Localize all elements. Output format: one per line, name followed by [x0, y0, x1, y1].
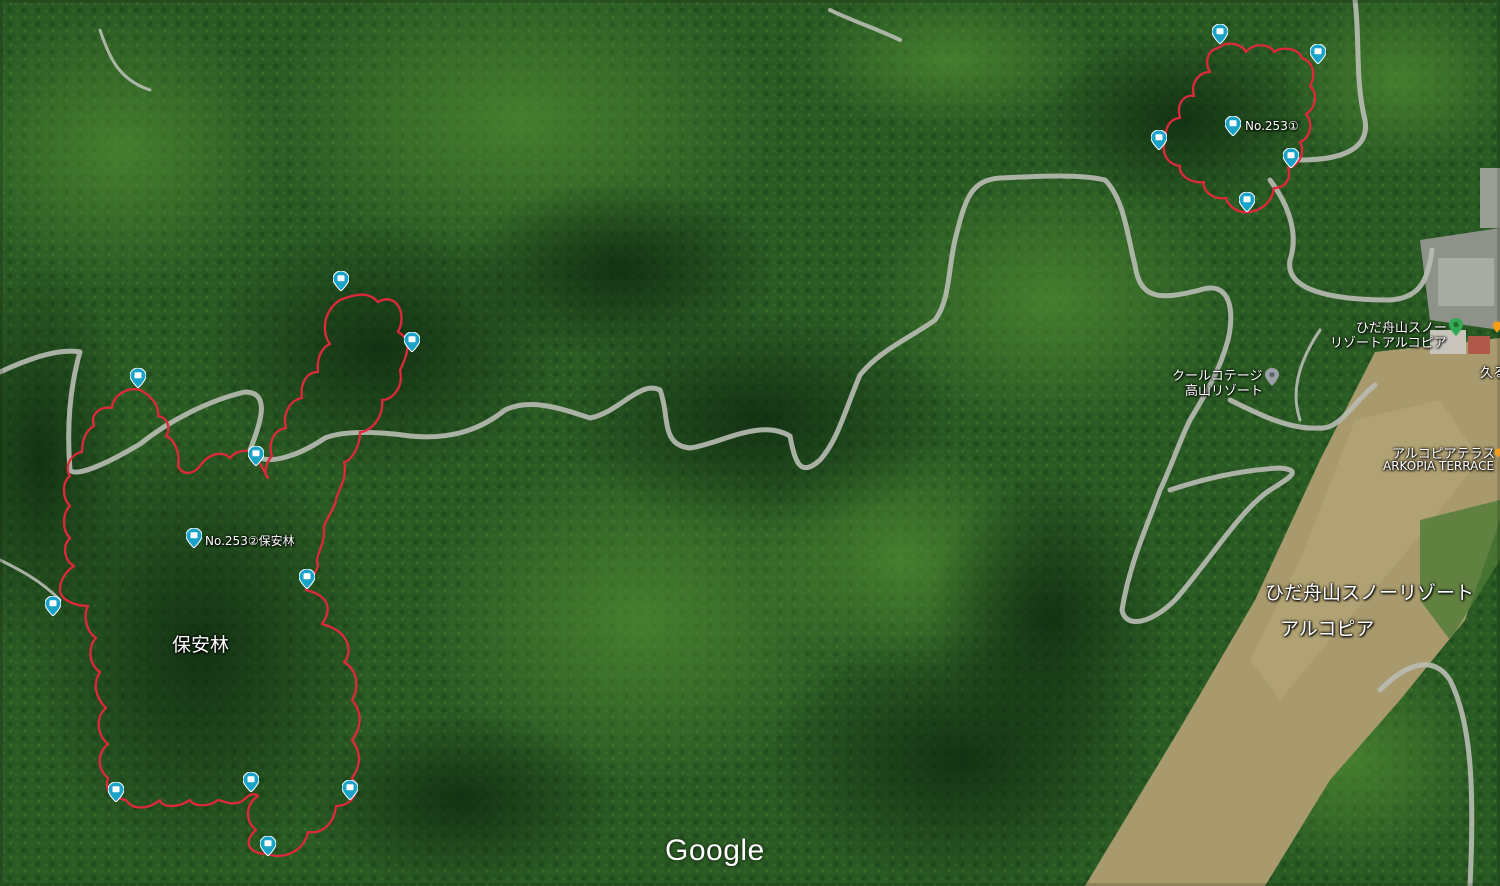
map-marker-pin-icon[interactable] — [243, 772, 259, 792]
map-marker-pin-icon[interactable] — [130, 368, 146, 388]
map-marker-pin-icon[interactable] — [260, 836, 276, 856]
map-marker-pin-icon[interactable] — [248, 446, 264, 466]
area-label-resort-line1: ひだ舟山スノーリゾート — [1265, 582, 1475, 604]
poi-label-resort-line2[interactable]: リゾートアルコピア — [1330, 332, 1447, 351]
map-marker-pin-icon[interactable] — [299, 569, 315, 589]
map-marker-pin-icon[interactable] — [108, 782, 124, 802]
marker-label-no253-2[interactable]: No.253②保安林 — [205, 532, 295, 549]
map-marker-pin-icon[interactable] — [186, 528, 202, 548]
place-pin-icon[interactable] — [1492, 318, 1500, 336]
google-logo: Google — [665, 834, 765, 867]
map-marker-pin-icon[interactable] — [404, 332, 420, 352]
map-marker-pin-icon[interactable] — [1310, 44, 1326, 64]
map-marker-pin-icon[interactable] — [342, 780, 358, 800]
marker-label-no253-1[interactable]: No.253① — [1245, 119, 1299, 133]
map-marker-pin-icon[interactable] — [1239, 192, 1255, 212]
satellite-map[interactable]: No.253① No.253②保安林 保安林 ひだ舟山スノーリゾート アルコピア… — [0, 0, 1500, 886]
poi-label-edge: 久る — [1480, 366, 1500, 381]
map-marker-pin-icon[interactable] — [333, 271, 349, 291]
poi-label-terrace-line2[interactable]: ARKOPIA TERRACE — [1383, 459, 1494, 473]
map-marker-pin-icon[interactable] — [1283, 148, 1299, 168]
place-pin-icon[interactable] — [1264, 368, 1280, 386]
map-marker-pin-icon[interactable] — [1151, 130, 1167, 150]
area-label-hoanrin: 保安林 — [172, 634, 230, 656]
map-marker-pin-icon[interactable] — [45, 596, 61, 616]
place-pin-icon[interactable] — [1448, 318, 1464, 336]
area-label-resort-line2: アルコピア — [1280, 618, 1375, 640]
map-marker-pin-icon[interactable] — [1212, 24, 1228, 44]
poi-label-cottage-line2[interactable]: 高山リゾート — [1185, 380, 1263, 399]
map-marker-pin-icon[interactable] — [1225, 116, 1241, 136]
